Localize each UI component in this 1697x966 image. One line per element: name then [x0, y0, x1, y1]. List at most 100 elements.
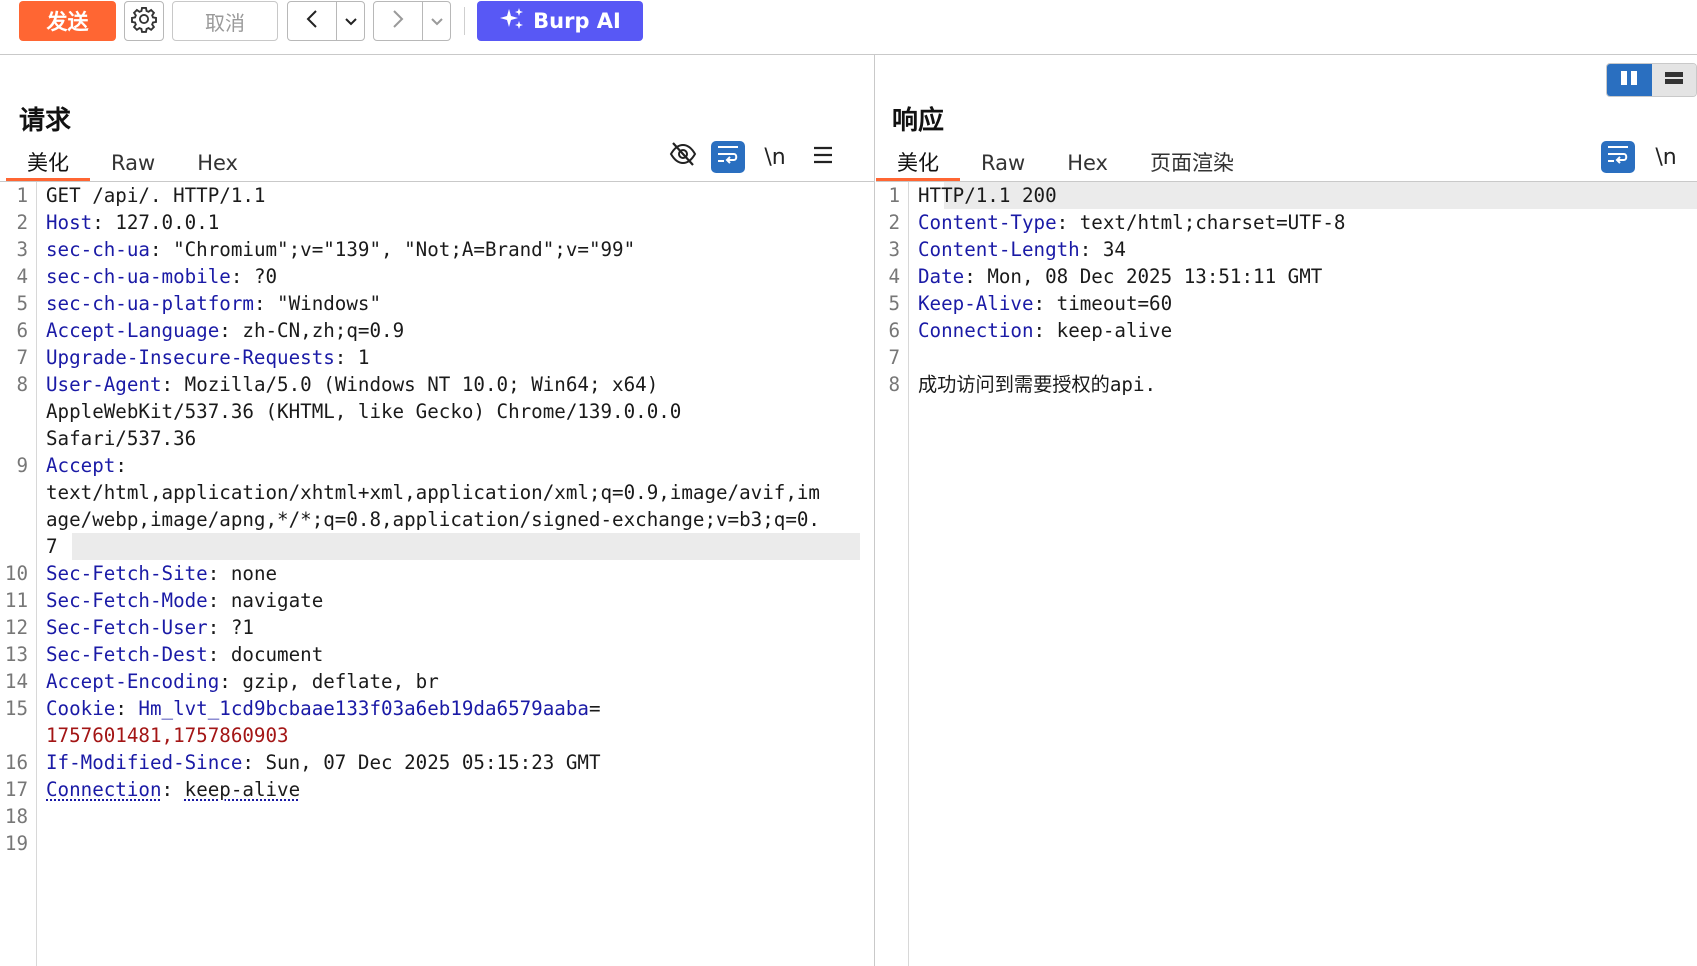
split-rows-button[interactable]	[1651, 64, 1696, 96]
header-value: 34	[1102, 238, 1126, 261]
line-number: 18	[4, 805, 28, 828]
header-value: text/html,application/xhtml+xml,applicat…	[46, 481, 820, 504]
code-line: 4 Date: Mon, 08 Dec 2025 13:51:11 GMT	[888, 263, 1697, 290]
header-value: GET /api/. HTTP/1.1	[46, 184, 266, 207]
chevron-down-icon	[430, 12, 444, 31]
request-menu-button[interactable]	[806, 141, 840, 173]
code-line: 5 Keep-Alive: timeout=60	[888, 290, 1697, 317]
code-line: 18	[5, 803, 874, 830]
header-value: 7	[46, 535, 58, 558]
code-line: 3 Content-Length: 34	[888, 236, 1697, 263]
back-button[interactable]	[288, 2, 336, 40]
code-line: 3 sec-ch-ua: "Chromium";v="139", "Not;A=B…	[16, 236, 874, 263]
header-name: Date	[918, 265, 965, 288]
line-text: Content-Length: 34	[910, 236, 1697, 263]
header-name: Accept-Language	[46, 319, 220, 342]
response-tabs: 美化 Raw Hex 页面渲染	[876, 143, 1255, 181]
header-value: keep-alive	[184, 778, 301, 801]
line-number: 3	[888, 238, 900, 261]
header-name: sec-ch-ua-platform	[46, 292, 254, 315]
header-value: ?0	[253, 265, 278, 288]
line-number: 6	[888, 319, 900, 342]
header-separator: :	[334, 346, 358, 369]
response-editor[interactable]: 1 HTTP/1.1 200 2 Content-Type: text/html;ch…	[876, 182, 1697, 966]
newline-toggle[interactable]: \n	[758, 141, 792, 173]
code-line: 8 User-Agent: Mozilla/5.0 (Windows NT 10.…	[16, 371, 874, 398]
header-separator: :	[219, 319, 243, 342]
header-separator: :	[149, 238, 174, 261]
header-value: AppleWebKit/537.36 (KHTML, like Gecko) C…	[46, 400, 682, 423]
line-text: sec-ch-ua-platform: "Windows"	[38, 290, 874, 317]
header-name: Content-Length	[918, 238, 1080, 261]
header-name: Sec-Fetch-Site	[46, 562, 208, 585]
line-number: 16	[4, 751, 28, 774]
header-separator: :	[207, 562, 231, 585]
forward-history-dropdown[interactable]	[422, 2, 450, 40]
header-value: 成功访问到需要授权的api.	[918, 373, 1157, 396]
burp-ai-button[interactable]: Burp AI	[477, 1, 643, 41]
request-editor[interactable]: 1 GET /api/. HTTP/1.1 2 Host: 127.0.0.1 3 sec…	[4, 182, 874, 966]
code-line: 7	[888, 344, 1697, 371]
line-number: 5	[16, 292, 28, 315]
header-name: Sec-Fetch-Mode	[46, 589, 208, 612]
line-number: 9	[16, 454, 28, 477]
header-value: Mon, 08 Dec 2025 13:51:11 GMT	[987, 265, 1323, 288]
line-text: HTTP/1.1 200	[910, 182, 1697, 209]
header-value: Safari/537.36	[46, 427, 197, 450]
code-line: AppleWebKit/537.36 (KHTML, like Gecko) C…	[38, 398, 874, 425]
request-title: 请求	[19, 106, 72, 136]
request-tab-hex[interactable]: Hex	[176, 143, 259, 181]
response-tab-raw[interactable]: Raw	[960, 143, 1046, 181]
response-newline-toggle[interactable]: \n	[1649, 141, 1683, 173]
line-text: Sec-Fetch-User: ?1	[38, 614, 874, 641]
rows-icon	[1664, 70, 1684, 90]
line-text: AppleWebKit/537.36 (KHTML, like Gecko) C…	[38, 398, 874, 425]
request-pane: 请求 美化 Raw Hex \n 1 GET /api/. HTTP/1.1 2 Ho…	[0, 55, 875, 966]
line-text: Content-Type: text/html;charset=UTF-8	[910, 209, 1697, 236]
word-wrap-toggle[interactable]	[711, 141, 745, 173]
header-value: document	[230, 643, 324, 666]
code-line: 2 Content-Type: text/html;charset=UTF-8	[888, 209, 1697, 236]
response-tab-render[interactable]: 页面渲染	[1129, 143, 1255, 181]
layout-toggle	[1606, 63, 1697, 97]
code-line: Safari/537.36	[38, 425, 874, 452]
split-columns-button[interactable]	[1607, 64, 1652, 96]
line-text: 成功访问到需要授权的api.	[910, 371, 1697, 398]
line-text: Upgrade-Insecure-Requests: 1	[38, 344, 874, 371]
line-number: 4	[16, 265, 28, 288]
line-text: text/html,application/xhtml+xml,applicat…	[38, 479, 874, 506]
cookie-name: Hm_lvt_1cd9bcbaae133f03a6eb19da6579aaba	[138, 697, 589, 720]
line-text: sec-ch-ua-mobile: ?0	[38, 263, 874, 290]
forward-button[interactable]	[374, 2, 422, 40]
wrap-lines-icon	[716, 144, 740, 170]
response-pane: 响应 美化 Raw Hex 页面渲染 \n 1 HTTP/1.1 200 2 Cont…	[876, 55, 1697, 966]
response-word-wrap-toggle[interactable]	[1601, 141, 1635, 173]
cancel-button[interactable]: 取消	[172, 1, 278, 41]
header-separator: :	[207, 643, 231, 666]
response-tab-hex[interactable]: Hex	[1046, 143, 1129, 181]
code-line: 15 Cookie: Hm_lvt_1cd9bcbaae133f03a6eb19d…	[5, 695, 874, 722]
line-text: Sec-Fetch-Site: none	[38, 560, 874, 587]
line-number: 7	[16, 346, 28, 369]
request-tab-raw[interactable]: Raw	[90, 143, 176, 181]
code-line: age/webp,image/apng,*/*;q=0.8,applicatio…	[38, 506, 874, 533]
request-tab-pretty[interactable]: 美化	[6, 143, 90, 181]
request-code[interactable]: 1 GET /api/. HTTP/1.1 2 Host: 127.0.0.1 3 sec…	[5, 182, 874, 966]
send-button[interactable]: 发送	[19, 1, 116, 41]
header-value: ?1	[230, 616, 254, 639]
header-separator: :	[1079, 238, 1103, 261]
request-tabs: 美化 Raw Hex	[6, 143, 259, 181]
cookie-value: 1757601481,1757860903	[46, 724, 289, 747]
settings-button[interactable]	[124, 1, 164, 41]
hide-nonprintable-button[interactable]	[666, 141, 700, 173]
back-history-dropdown[interactable]	[336, 2, 364, 40]
header-name: Host	[46, 211, 93, 234]
code-line: 10 Sec-Fetch-Site: none	[5, 560, 874, 587]
toolbar: 发送 取消 Burp AI	[0, 0, 1697, 55]
code-line: text/html,application/xhtml+xml,applicat…	[38, 479, 874, 506]
header-value: navigate	[230, 589, 324, 612]
response-tab-pretty[interactable]: 美化	[876, 143, 960, 181]
line-text: Safari/537.36	[38, 425, 874, 452]
response-code[interactable]: 1 HTTP/1.1 200 2 Content-Type: text/html;ch…	[888, 182, 1697, 966]
code-line: 14 Accept-Encoding: gzip, deflate, br	[5, 668, 874, 695]
